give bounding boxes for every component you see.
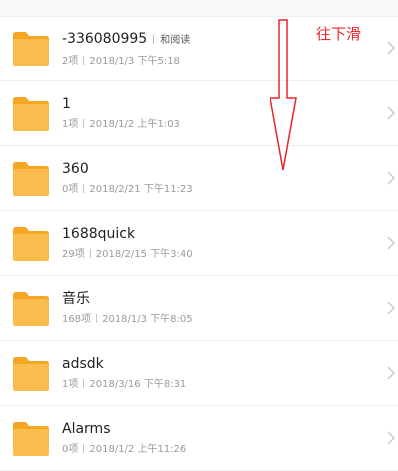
chevron-right-icon xyxy=(387,41,395,55)
folder-icon xyxy=(13,227,49,261)
folder-icon xyxy=(13,357,49,391)
folder-name: adsdk xyxy=(62,356,104,372)
folder-name: -336080995 xyxy=(62,31,148,47)
folder-name: 360 xyxy=(62,161,89,177)
item-count: 29项 xyxy=(62,249,85,260)
chevron-right-icon xyxy=(387,106,395,120)
modified-date: 2018/1/3 下午5:18 xyxy=(89,56,180,67)
folder-name: Alarms xyxy=(62,421,111,437)
folder-icon xyxy=(13,97,49,131)
modified-date: 2018/1/2 上午1:03 xyxy=(89,119,180,130)
folder-icon xyxy=(13,292,49,326)
meta-separator xyxy=(83,444,85,453)
row-text: adsdk 1项 2018/3/16 下午8:31 xyxy=(62,355,342,391)
folder-row[interactable]: 音乐 168项 2018/1/3 下午8:05 xyxy=(0,276,398,341)
meta-separator xyxy=(96,314,98,323)
chevron-right-icon xyxy=(387,431,395,445)
item-count: 1项 xyxy=(62,379,79,390)
folder-name: 音乐 xyxy=(62,291,90,307)
chevron-right-icon xyxy=(387,301,395,315)
folder-row[interactable]: adsdk 1项 2018/3/16 下午8:31 xyxy=(0,341,398,406)
folder-list: -336080995 和阅读 2项 2018/1/3 下午5:18 1 1项 2018… xyxy=(0,16,398,471)
folder-row[interactable]: 1688quick 29项 2018/2/15 下午3:40 xyxy=(0,211,398,276)
item-count: 1项 xyxy=(62,119,79,130)
top-strip xyxy=(0,0,398,17)
folder-icon xyxy=(13,422,49,456)
folder-row[interactable]: 1 1项 2018/1/2 上午1:03 xyxy=(0,81,398,146)
folder-name: 1688quick xyxy=(62,226,136,242)
modified-date: 2018/2/15 下午3:40 xyxy=(95,249,193,260)
item-count: 0项 xyxy=(62,444,79,455)
row-text: 1 1项 2018/1/2 上午1:03 xyxy=(62,95,342,131)
meta-separator xyxy=(83,379,85,388)
row-text: Alarms 0项 2018/1/2 上午11:26 xyxy=(62,420,342,456)
meta-separator xyxy=(83,184,85,193)
chevron-right-icon xyxy=(387,236,395,250)
item-count: 2项 xyxy=(62,56,79,67)
row-text: 1688quick 29项 2018/2/15 下午3:40 xyxy=(62,225,342,261)
item-count: 168项 xyxy=(62,314,92,325)
modified-date: 2018/1/2 上午11:26 xyxy=(89,444,187,455)
chevron-right-icon xyxy=(387,366,395,380)
folder-row[interactable]: Alarms 0项 2018/1/2 上午11:26 xyxy=(0,406,398,471)
folder-icon xyxy=(13,32,49,66)
meta-separator xyxy=(89,249,91,258)
folder-icon xyxy=(13,162,49,196)
row-text: -336080995 和阅读 2项 2018/1/3 下午5:18 xyxy=(62,30,342,68)
modified-date: 2018/1/3 下午8:05 xyxy=(102,314,193,325)
modified-date: 2018/2/21 下午11:23 xyxy=(89,184,193,195)
folder-name: 1 xyxy=(62,96,71,112)
scroll-hint-label: 往下滑 xyxy=(316,25,362,43)
meta-separator xyxy=(83,119,85,128)
folder-row[interactable]: 360 0项 2018/2/21 下午11:23 xyxy=(0,146,398,211)
chevron-right-icon xyxy=(387,171,395,185)
folder-tag: 和阅读 xyxy=(153,32,190,50)
meta-separator xyxy=(83,56,85,65)
row-text: 360 0项 2018/2/21 下午11:23 xyxy=(62,160,342,196)
item-count: 0项 xyxy=(62,184,79,195)
row-text: 音乐 168项 2018/1/3 下午8:05 xyxy=(62,290,342,326)
modified-date: 2018/3/16 下午8:31 xyxy=(89,379,187,390)
